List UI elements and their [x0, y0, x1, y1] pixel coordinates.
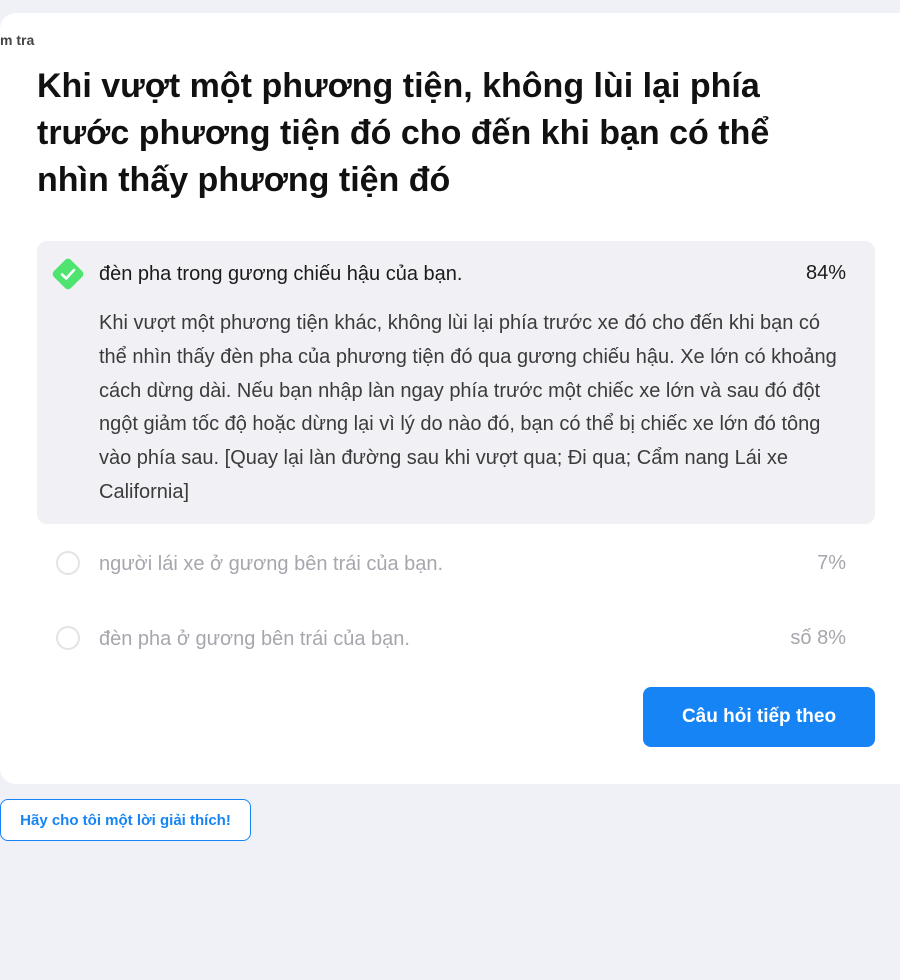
- answer-percent: 7%: [817, 552, 846, 574]
- answer-option-correct[interactable]: đèn pha trong gương chiếu hậu của bạn. 8…: [37, 241, 875, 524]
- answer-option[interactable]: người lái xe ở gương bên trái của bạn. 7…: [37, 538, 875, 594]
- radio-empty-icon[interactable]: [56, 626, 80, 650]
- answer-percent: số 8%: [790, 627, 846, 649]
- check-diamond-icon: [52, 258, 84, 290]
- radio-empty-icon[interactable]: [56, 551, 80, 575]
- answer-label: đèn pha trong gương chiếu hậu của bạn.: [99, 263, 463, 285]
- next-question-button[interactable]: Câu hỏi tiếp theo: [643, 687, 875, 747]
- explain-button[interactable]: Hãy cho tôi một lời giải thích!: [0, 799, 251, 841]
- question-title: Khi vượt một phương tiện, không lùi lại …: [37, 67, 770, 199]
- question-card: m tra Khi vượt một phương tiện, không lù…: [0, 13, 900, 784]
- answer-label: đèn pha ở gương bên trái của bạn.: [99, 628, 410, 650]
- breadcrumb: m tra: [0, 32, 35, 48]
- answer-percent: 84%: [805, 262, 846, 284]
- answer-explanation: Khi vượt một phương tiện khác, không lùi…: [99, 312, 837, 503]
- answer-label: người lái xe ở gương bên trái của bạn.: [99, 553, 444, 575]
- answer-option[interactable]: đèn pha ở gương bên trái của bạn. số 8%: [37, 613, 875, 669]
